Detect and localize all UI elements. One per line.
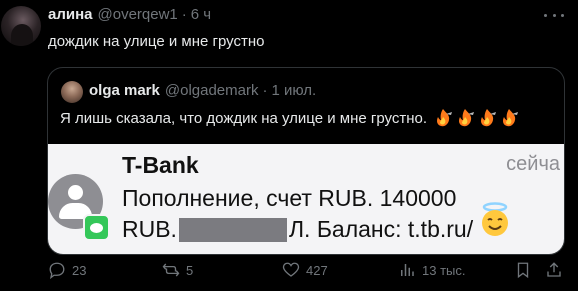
messages-app-icon (83, 214, 110, 241)
like-button[interactable]: 427 (282, 261, 328, 279)
quoted-tweet[interactable]: olga mark @olgademark · 1 июл. Я лишь ск… (47, 67, 565, 255)
views-count: 13 тыс. (422, 262, 466, 278)
separator-dot: · (262, 82, 268, 99)
tweet-header: алина @overqew1 · 6 ч (48, 6, 211, 23)
author-avatar[interactable] (1, 6, 41, 46)
author-name[interactable]: алина (48, 6, 93, 23)
separator-dot: · (181, 6, 187, 23)
reply-count: 23 (72, 262, 87, 278)
quote-author-handle[interactable]: @olgademark (165, 82, 259, 99)
fire-icon (459, 109, 475, 127)
notification-line-2: RUB. Л. Баланс: t.tb.ru/ (122, 216, 473, 243)
more-options-icon[interactable] (544, 6, 564, 24)
redacted-block (178, 217, 287, 242)
quote-author-name[interactable]: olga mark (89, 82, 160, 99)
quote-author-avatar[interactable] (61, 81, 83, 103)
tweet-actions: 23 5 427 13 тыс. (48, 261, 570, 279)
quote-text-row: Я лишь сказала, что дождик на улице и мн… (60, 108, 520, 128)
fire-icon (437, 109, 453, 127)
reply-icon (49, 262, 65, 279)
fire-icon (481, 109, 497, 127)
bookmark-button[interactable] (514, 261, 532, 279)
views-button[interactable]: 13 тыс. (398, 261, 465, 279)
reply-button[interactable]: 23 (48, 261, 86, 279)
fire-icon (503, 109, 519, 127)
retweet-button[interactable]: 5 (162, 261, 193, 279)
retweet-icon (162, 263, 180, 277)
notification-app-name: T-Bank (122, 152, 199, 178)
retweet-count: 5 (186, 262, 194, 278)
author-handle[interactable]: @overqew1 (98, 6, 178, 23)
quote-text: Я лишь сказала, что дождик на улице и мн… (60, 109, 428, 127)
notification-time: сейча (506, 153, 560, 175)
views-chart-icon (401, 264, 414, 276)
notification-line-2-suffix: Л. Баланс: t.tb.ru/ (288, 216, 474, 242)
notification-line-2-prefix: RUB. (122, 216, 177, 242)
quote-time[interactable]: 1 июл. (271, 82, 316, 99)
like-count: 427 (306, 262, 328, 278)
quote-header: olga mark @olgademark · 1 июл. (89, 82, 316, 99)
bookmark-icon (517, 262, 529, 279)
notification-line-1: Пополнение, счет RUB. 140000 (122, 185, 457, 211)
fire-emojis (433, 108, 520, 128)
share-button[interactable] (545, 261, 563, 279)
smiling-angel-emoji-icon (482, 202, 508, 236)
heart-icon (282, 262, 300, 277)
quote-image-notification[interactable]: T-Bank сейча Пополнение, счет RUB. 14000… (48, 144, 564, 254)
tweet-time[interactable]: 6 ч (191, 6, 211, 23)
share-icon (547, 262, 561, 277)
tweet-text: дождик на улице и мне грустно (48, 33, 265, 50)
